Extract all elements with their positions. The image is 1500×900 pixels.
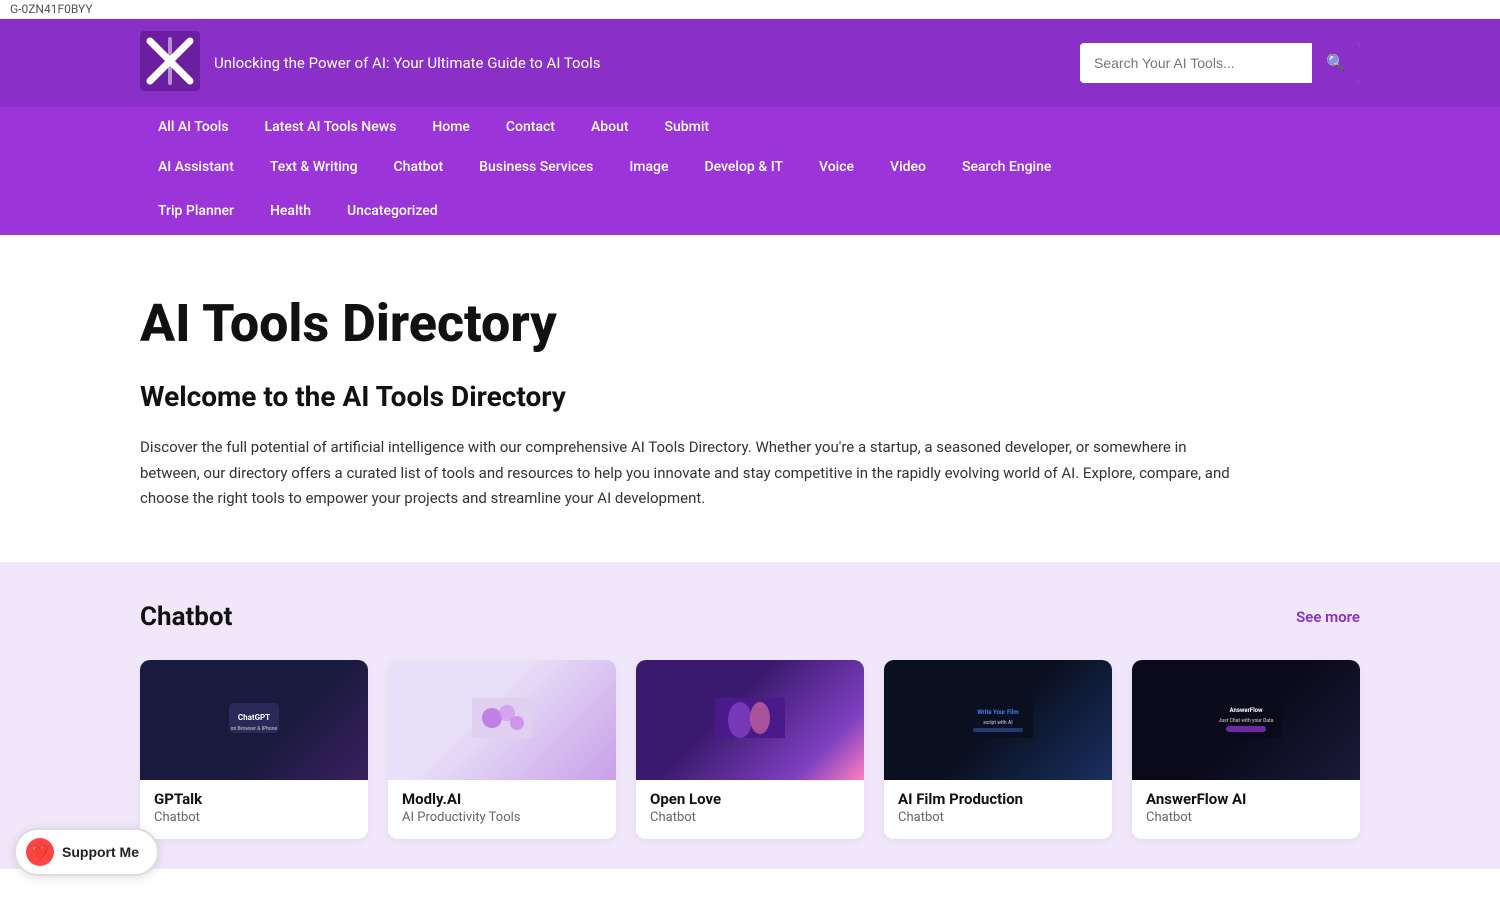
card-tag-3: Chatbot	[650, 810, 850, 825]
nav-item-video[interactable]: Video	[872, 147, 944, 187]
nav-item-develop-it[interactable]: Develop & IT	[686, 147, 801, 187]
card-img-text-5: AnswerFlow Just Chat with your Data	[1207, 694, 1285, 745]
nav-item-uncategorized[interactable]: Uncategorized	[329, 191, 456, 231]
logo[interactable]	[140, 31, 200, 95]
nav-item-ai-assistant[interactable]: AI Assistant	[140, 147, 252, 187]
card-img-text-3	[711, 694, 789, 745]
header-left: Unlocking the Power of AI: Your Ultimate…	[140, 31, 601, 95]
card-body-2: Modly.AI AI Productivity Tools	[388, 780, 616, 839]
card-img-text-2	[468, 694, 536, 745]
nav-item-about[interactable]: About	[573, 107, 647, 147]
card-tag-2: AI Productivity Tools	[402, 810, 602, 825]
card-tag-4: Chatbot	[898, 810, 1098, 825]
svg-text:AnswerFlow: AnswerFlow	[1230, 707, 1263, 714]
hero-subtitle: Welcome to the AI Tools Directory	[140, 380, 1360, 413]
nav-item-business-services[interactable]: Business Services	[461, 147, 611, 187]
nav-item-trip-planner[interactable]: Trip Planner	[140, 191, 252, 231]
cards-row: ChatGPT on Browser & iPhone GPTalk Chatb…	[140, 660, 1360, 839]
top-bar: G-0ZN41F0BYY	[0, 0, 1500, 19]
nav-item-all-ai-tools[interactable]: All AI Tools	[140, 107, 247, 147]
nav-primary-row: All AI Tools Latest AI Tools News Home C…	[140, 107, 1360, 147]
svg-text:on Browser & iPhone: on Browser & iPhone	[231, 726, 278, 732]
card-image-5: AnswerFlow Just Chat with your Data	[1132, 660, 1360, 780]
search-bar[interactable]: 🔍	[1080, 43, 1360, 83]
hero-description: Discover the full potential of artificia…	[140, 435, 1240, 512]
card-gptalk[interactable]: ChatGPT on Browser & iPhone GPTalk Chatb…	[140, 660, 368, 839]
support-me-button[interactable]: ❤️ Support Me	[14, 828, 159, 876]
nav-item-submit[interactable]: Submit	[647, 107, 728, 147]
section-title: Chatbot	[140, 602, 232, 632]
svg-text:script with AI: script with AI	[983, 720, 1013, 726]
nav-item-text-writing[interactable]: Text & Writing	[252, 147, 376, 187]
card-img-text-1: ChatGPT on Browser & iPhone	[220, 694, 288, 745]
card-tag-5: Chatbot	[1146, 810, 1346, 825]
card-name-4: AI Film Production	[898, 790, 1098, 808]
card-body-5: AnswerFlow AI Chatbot	[1132, 780, 1360, 839]
card-answerflow[interactable]: AnswerFlow Just Chat with your Data Answ…	[1132, 660, 1360, 839]
nav-item-health[interactable]: Health	[252, 191, 329, 231]
section-header: Chatbot See more	[140, 602, 1360, 632]
chatbot-section: Chatbot See more ChatGPT on Browser & iP…	[0, 562, 1500, 869]
card-modly[interactable]: Modly.AI AI Productivity Tools	[388, 660, 616, 839]
nav-item-image[interactable]: Image	[611, 147, 686, 187]
card-tag-1: Chatbot	[154, 810, 354, 825]
card-img-text-4: Write Your Film script with AI	[959, 694, 1037, 745]
card-image-2	[388, 660, 616, 780]
card-name-3: Open Love	[650, 790, 850, 808]
svg-text:Just Chat with your Data: Just Chat with your Data	[1219, 718, 1274, 724]
search-input[interactable]	[1080, 45, 1312, 81]
card-body-4: AI Film Production Chatbot	[884, 780, 1112, 839]
header-tagline: Unlocking the Power of AI: Your Ultimate…	[214, 54, 601, 72]
nav-item-voice[interactable]: Voice	[801, 147, 872, 187]
support-label: Support Me	[62, 844, 139, 860]
card-body-1: GPTalk Chatbot	[140, 780, 368, 839]
card-image-4: Write Your Film script with AI	[884, 660, 1112, 780]
svg-text:ChatGPT: ChatGPT	[238, 713, 270, 722]
nav-item-search-engine[interactable]: Search Engine	[944, 147, 1069, 187]
nav-item-chatbot[interactable]: Chatbot	[376, 147, 462, 187]
card-image-1: ChatGPT on Browser & iPhone	[140, 660, 368, 780]
card-film-production[interactable]: Write Your Film script with AI AI Film P…	[884, 660, 1112, 839]
tracking-id: G-0ZN41F0BYY	[10, 2, 93, 16]
nav-item-latest-news[interactable]: Latest AI Tools News	[247, 107, 415, 147]
search-button[interactable]: 🔍	[1312, 43, 1360, 83]
see-more-link[interactable]: See more	[1296, 608, 1360, 626]
card-name-5: AnswerFlow AI	[1146, 790, 1346, 808]
navigation: All AI Tools Latest AI Tools News Home C…	[0, 107, 1500, 235]
card-image-3	[636, 660, 864, 780]
header: Unlocking the Power of AI: Your Ultimate…	[0, 19, 1500, 107]
card-openlove[interactable]: Open Love Chatbot	[636, 660, 864, 839]
nav-item-home[interactable]: Home	[414, 107, 488, 147]
nav-tertiary-row: Trip Planner Health Uncategorized	[140, 191, 1360, 235]
page-title: AI Tools Directory	[140, 295, 1360, 352]
nav-item-contact[interactable]: Contact	[488, 107, 573, 147]
svg-text:Write Your Film: Write Your Film	[977, 709, 1018, 716]
card-name-1: GPTalk	[154, 790, 354, 808]
hero-section: AI Tools Directory Welcome to the AI Too…	[0, 235, 1500, 562]
card-name-2: Modly.AI	[402, 790, 602, 808]
support-heart-icon: ❤️	[26, 838, 54, 866]
card-body-3: Open Love Chatbot	[636, 780, 864, 839]
nav-secondary-row: AI Assistant Text & Writing Chatbot Busi…	[140, 147, 1360, 191]
